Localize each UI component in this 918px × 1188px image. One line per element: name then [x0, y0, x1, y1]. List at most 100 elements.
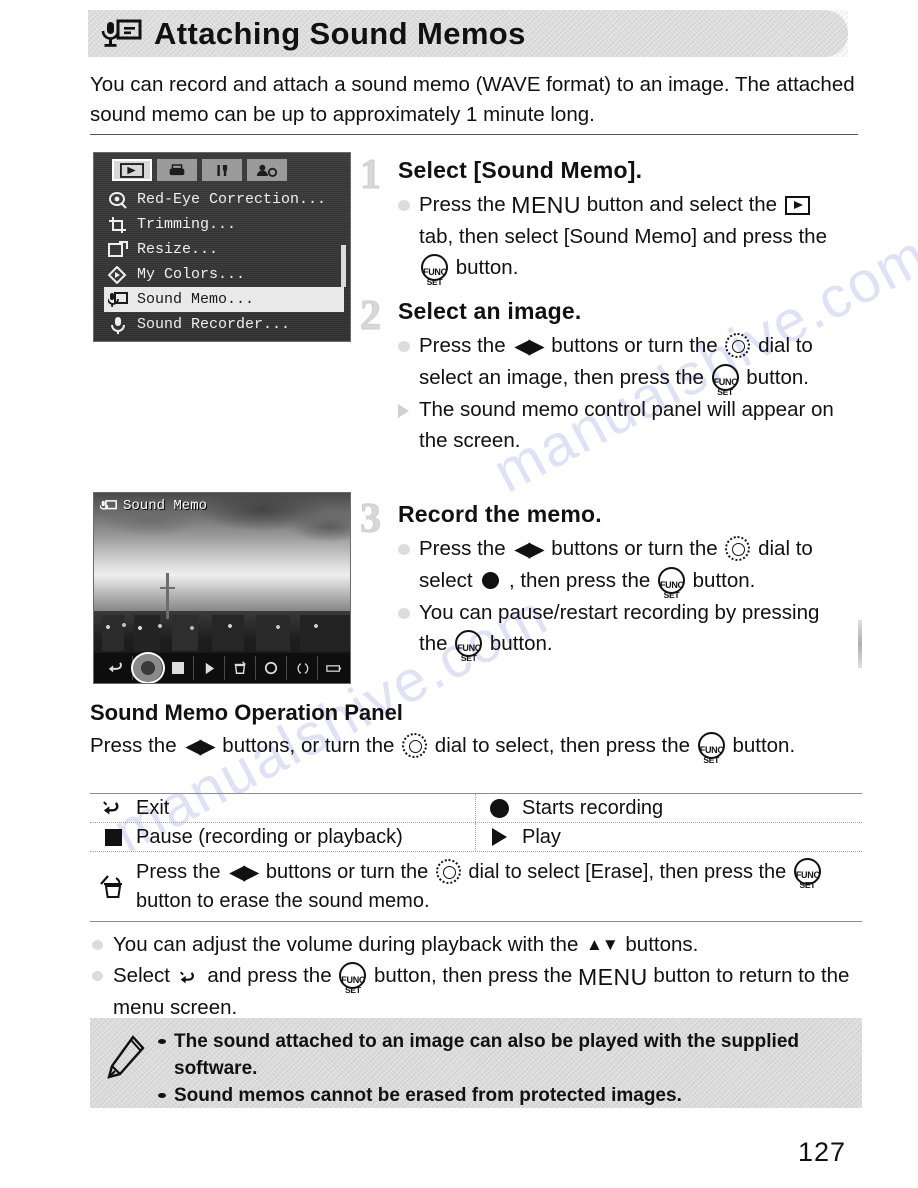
table-cell-record: Starts recording	[476, 794, 862, 822]
lower-bullet-list: You can adjust the volume during playbac…	[92, 930, 870, 1024]
menu-item-label: Trimming...	[137, 216, 237, 233]
func-set-button-icon: FUNC SET	[697, 732, 725, 765]
step-bullet-text: Press the MENU button and select the tab…	[419, 192, 827, 288]
table-row: Exit Starts recording	[90, 794, 862, 823]
step-bullet-text: Press the ◀▶ buttons or turn the dial to…	[419, 330, 850, 397]
table-cell-exit: Exit	[90, 794, 476, 822]
menu-item-label: Sound Memo...	[137, 291, 255, 308]
battery-indicator	[318, 656, 349, 680]
step-bullet: Press the ◀▶ buttons or turn the dial to…	[398, 330, 850, 397]
playback-tab-icon	[784, 196, 810, 215]
sound-memo-icon	[107, 291, 128, 309]
exit-control[interactable]	[102, 656, 133, 680]
table-cell-label: Press the ◀▶ buttons or turn the dial to…	[136, 858, 862, 915]
record-dot-icon	[482, 572, 500, 589]
arrow-marker-icon	[398, 404, 410, 418]
left-right-buttons-icon: ◀▶	[185, 735, 215, 758]
menu-item-trimming[interactable]: Trimming...	[104, 212, 344, 237]
red-eye-icon	[108, 191, 128, 209]
menu-item-resize[interactable]: Resize...	[104, 237, 344, 262]
erase-control[interactable]	[225, 656, 256, 680]
note-box: The sound attached to an image can also …	[90, 1018, 862, 1108]
bullet-marker-icon	[398, 200, 410, 211]
lower-bullet-text: You can adjust the volume during playbac…	[113, 930, 698, 960]
section-header: Attaching Sound Memos	[100, 12, 526, 56]
control-dial-icon	[725, 333, 751, 358]
menu-item-label: Sound Recorder...	[137, 316, 291, 333]
step-bullet-text: Press the ◀▶ buttons or turn the dial to…	[419, 533, 850, 600]
menu-item-my-colors[interactable]: My Colors...	[104, 262, 344, 287]
step-title: Select [Sound Memo].	[398, 157, 643, 183]
step-bullet: You can pause/restart recording by press…	[398, 597, 850, 663]
resize-icon	[108, 240, 128, 259]
level-control[interactable]	[287, 656, 318, 680]
table-cell-erase: Press the ◀▶ buttons or turn the dial to…	[90, 852, 862, 921]
lower-bullet: You can adjust the volume during playbac…	[92, 930, 870, 960]
settings-tab[interactable]	[202, 159, 242, 181]
step-1: 1 Select [Sound Memo]. Press the MENU bu…	[360, 152, 850, 288]
print-tab[interactable]	[157, 159, 197, 181]
my-camera-tab[interactable]	[247, 159, 287, 181]
step-number: 1	[360, 152, 382, 199]
bullet-marker-icon	[92, 971, 103, 981]
menu-scrollbar[interactable]	[341, 245, 346, 287]
playback-tab[interactable]	[112, 159, 152, 181]
left-right-buttons-icon: ◀▶	[229, 861, 259, 884]
control-dial-icon	[402, 733, 428, 758]
operation-panel-heading: Sound Memo Operation Panel	[90, 700, 403, 725]
trimming-icon	[108, 216, 128, 234]
note-text: The sound attached to an image can also …	[174, 1031, 799, 1079]
func-set-button-icon: FUNC SET	[339, 962, 367, 995]
menu-item-label: My Colors...	[137, 266, 246, 283]
menu-item-list: Red-Eye Correction... Trimming... Resize…	[104, 187, 344, 337]
sound-memo-control-panel	[94, 652, 350, 683]
exit-icon	[90, 800, 136, 817]
up-down-buttons-icon: ▲▼	[586, 935, 619, 954]
menu-item-label: Red-Eye Correction...	[137, 191, 327, 208]
time-control[interactable]	[256, 656, 287, 680]
record-control[interactable]	[131, 652, 165, 683]
play-control[interactable]	[194, 656, 225, 680]
camera-menu-screenshot: Red-Eye Correction... Trimming... Resize…	[93, 152, 351, 342]
play-icon	[476, 828, 522, 846]
step-bullet-text: The sound memo control panel will appear…	[419, 398, 834, 452]
menu-item-red-eye-correction[interactable]: Red-Eye Correction...	[104, 187, 344, 212]
table-cell-label: Exit	[136, 797, 170, 819]
menu-item-sound-recorder[interactable]: Sound Recorder...	[104, 312, 344, 337]
my-colors-icon	[107, 265, 128, 284]
bullet-marker-icon	[158, 1039, 166, 1044]
func-set-button-icon: FUNC SET	[421, 254, 448, 287]
control-dial-icon	[725, 536, 751, 561]
divider	[90, 134, 858, 135]
bullet-marker-icon	[398, 544, 410, 555]
exit-icon	[179, 963, 199, 993]
control-dial-icon	[435, 859, 461, 884]
intro-paragraph: You can record and attach a sound memo (…	[90, 73, 855, 126]
left-right-buttons-icon: ◀▶	[514, 335, 544, 358]
operation-panel-subtitle: Press the ◀▶ buttons, or turn the dial t…	[90, 730, 868, 765]
step-bullet: Press the MENU button and select the tab…	[398, 189, 850, 288]
table-cell-label: Play	[522, 826, 561, 848]
bullet-marker-icon	[398, 341, 410, 352]
operation-panel-table: Exit Starts recording Pause (recording o…	[90, 793, 862, 922]
step-title: Select an image.	[398, 298, 582, 324]
func-set-button-icon: FUNC SET	[793, 858, 821, 890]
menu-tab-bar	[112, 159, 287, 181]
record-icon	[476, 798, 522, 818]
step-2: 2 Select an image. Press the ◀▶ buttons …	[360, 293, 850, 457]
erase-icon	[90, 874, 136, 899]
step-title: Record the memo.	[398, 501, 602, 527]
table-cell-pause: Pause (recording or playback)	[90, 823, 476, 851]
step-number: 2	[360, 293, 382, 340]
sound-memo-screen-screenshot: Sound Memo	[93, 492, 351, 684]
step-bullet: Press the ◀▶ buttons or turn the dial to…	[398, 533, 850, 600]
screen-label-text: Sound Memo	[123, 498, 208, 514]
menu-item-sound-memo[interactable]: Sound Memo...	[104, 287, 344, 312]
table-cell-label: Starts recording	[522, 797, 664, 819]
note-text: Sound memos cannot be erased from protec…	[174, 1085, 682, 1106]
step-number: 3	[360, 496, 382, 543]
table-cell-label: Pause (recording or playback)	[136, 826, 403, 848]
stop-control[interactable]	[163, 656, 194, 680]
step-bullet-text: You can pause/restart recording by press…	[419, 601, 820, 663]
sound-memo-screen-label: Sound Memo	[100, 498, 207, 514]
